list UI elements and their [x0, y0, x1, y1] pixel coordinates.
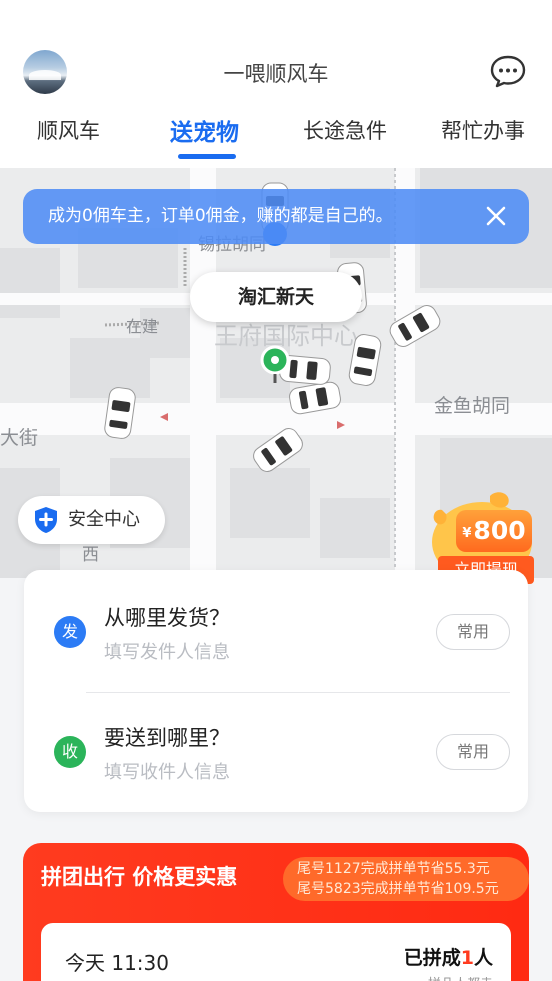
active-tab-indicator — [178, 154, 236, 159]
tab-long-distance-parcel[interactable]: 长途急件 — [303, 115, 387, 145]
promo-banner[interactable]: 成为0佣车主，订单0佣金，赚的都是自己的。 — [23, 189, 529, 244]
map-label-jinyu-hutong: 金鱼胡同 — [434, 395, 510, 417]
safety-center-button[interactable]: 安全中心 — [18, 496, 165, 544]
shield-icon — [35, 507, 57, 533]
pickup-place-label[interactable]: 淘汇新天 — [190, 272, 362, 322]
receiver-title: 要送到哪里？ — [104, 726, 230, 750]
app-header: 一喂顺风车 顺风车 送宠物 长途急件 帮忙办事 — [0, 0, 552, 168]
message-icon[interactable] — [489, 54, 527, 88]
map-label-under-construction: 在建 — [126, 317, 158, 336]
sender-common-button[interactable]: 常用 — [436, 614, 510, 650]
receiver-common-button[interactable]: 常用 — [436, 734, 510, 770]
address-card: 发 从哪里发货？ 填写发件人信息 常用 收 要送到哪里？ 填写收件人信息 常用 — [24, 570, 528, 812]
receiver-address-row[interactable]: 收 要送到哪里？ 填写收件人信息 常用 — [24, 694, 528, 804]
promo-banner-text: 成为0佣车主，订单0佣金，赚的都是自己的。 — [48, 206, 393, 226]
reward-currency: ¥ — [462, 526, 472, 541]
group-trip-item[interactable]: 今天 11:30 已拼成1人 拼几人都走 — [41, 923, 511, 981]
map-label-west: 西 — [82, 545, 99, 565]
ticker-line: 尾号5823完成拼单节省109.5元 — [297, 881, 499, 897]
sender-hint: 填写发件人信息 — [104, 642, 230, 663]
trip-status-count: 1 — [460, 947, 474, 969]
tab-errands[interactable]: 帮忙办事 — [441, 115, 525, 145]
map-label-wangfu-center: 王府国际中心 — [214, 322, 358, 350]
trip-status-suffix: 人 — [473, 947, 493, 969]
group-trip-card[interactable]: 拼团出行 价格更实惠 尾号1127完成拼单节省55.3元 尾号5823完成拼单节… — [23, 843, 529, 981]
ticker-line: 尾号1127完成拼单节省55.3元 — [297, 861, 490, 877]
close-icon[interactable] — [485, 205, 507, 227]
tab-carpool[interactable]: 顺风车 — [37, 115, 100, 145]
reward-value: 800 — [473, 516, 526, 545]
receiver-badge: 收 — [54, 736, 86, 768]
receiver-hint: 填写收件人信息 — [104, 762, 230, 783]
sender-badge: 发 — [54, 616, 86, 648]
reward-amount[interactable]: ¥800 — [456, 510, 532, 552]
tab-pet-delivery[interactable]: 送宠物 — [170, 113, 239, 147]
trip-time: 今天 11:30 — [65, 951, 169, 975]
sender-address-row[interactable]: 发 从哪里发货？ 填写发件人信息 常用 — [24, 570, 528, 680]
trip-status-sub: 拼几人都走 — [428, 973, 493, 981]
trip-status-prefix: 已拼成 — [403, 947, 461, 969]
group-ticker: 尾号1127完成拼单节省55.3元 尾号5823完成拼单节省109.5元 — [283, 857, 529, 901]
trip-status: 已拼成1人 — [404, 943, 493, 970]
map-label-avenue: 大街 — [0, 427, 38, 449]
address-divider — [86, 692, 510, 693]
safety-center-label: 安全中心 — [68, 509, 140, 530]
app-title: 一喂顺风车 — [223, 62, 329, 86]
group-title: 拼团出行 价格更实惠 — [41, 865, 238, 889]
sender-title: 从哪里发货？ — [104, 606, 230, 630]
service-tabs: 顺风车 送宠物 长途急件 帮忙办事 — [0, 115, 552, 165]
